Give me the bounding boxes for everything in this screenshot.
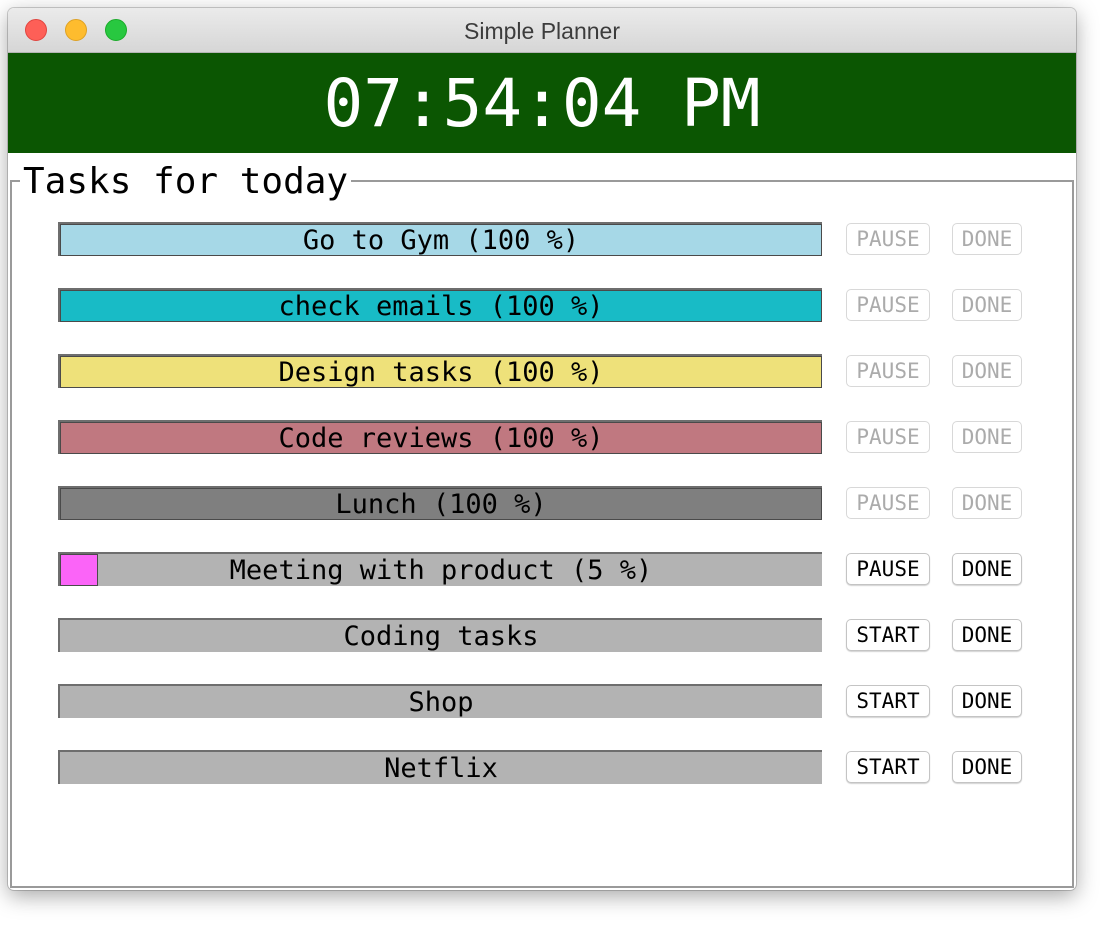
task-progress-bar: Lunch (100 %) xyxy=(58,486,822,520)
task-label: Go to Gym (100 %) xyxy=(302,225,580,256)
task-label: Lunch (100 %) xyxy=(335,489,547,520)
task-progress-bar: Meeting with product (5 %) xyxy=(58,552,822,586)
done-button[interactable]: DONE xyxy=(952,751,1022,783)
start-button[interactable]: START xyxy=(846,751,930,783)
clock-banner: 07:54:04 PM xyxy=(8,53,1076,153)
task-progress-bar: Coding tasks xyxy=(58,618,822,652)
task-label: Coding tasks xyxy=(343,621,539,652)
done-button[interactable]: DONE xyxy=(952,223,1022,255)
task-progress-bar: Go to Gym (100 %) xyxy=(58,222,822,256)
start-button[interactable]: START xyxy=(846,619,930,651)
done-button[interactable]: DONE xyxy=(952,289,1022,321)
pause-button[interactable]: PAUSE xyxy=(846,421,930,453)
task-label: Meeting with product (5 %) xyxy=(229,555,653,586)
app-window: Simple Planner 07:54:04 PM Tasks for tod… xyxy=(8,8,1076,890)
task-progress-bar: Design tasks (100 %) xyxy=(58,354,822,388)
task-progress-bar: check emails (100 %) xyxy=(58,288,822,322)
start-button[interactable]: START xyxy=(846,685,930,717)
done-button[interactable]: DONE xyxy=(952,421,1022,453)
done-button[interactable]: DONE xyxy=(952,619,1022,651)
done-button[interactable]: DONE xyxy=(952,355,1022,387)
clock-time: 07:54:04 PM xyxy=(323,65,761,142)
task-progress-bar: Netflix xyxy=(58,750,822,784)
task-progress-bar: Shop xyxy=(58,684,822,718)
task-label: check emails (100 %) xyxy=(278,291,604,322)
task-label: Code reviews (100 %) xyxy=(278,423,604,454)
window-title: Simple Planner xyxy=(464,18,620,44)
done-button[interactable]: DONE xyxy=(952,487,1022,519)
title-bar[interactable]: Simple Planner xyxy=(8,8,1076,53)
done-button[interactable]: DONE xyxy=(952,685,1022,717)
task-progress-bar: Code reviews (100 %) xyxy=(58,420,822,454)
pause-button[interactable]: PAUSE xyxy=(846,553,930,585)
task-label: Netflix xyxy=(384,753,498,784)
task-label: Shop xyxy=(408,687,474,718)
pause-button[interactable]: PAUSE xyxy=(846,487,930,519)
done-button[interactable]: DONE xyxy=(952,553,1022,585)
pause-button[interactable]: PAUSE xyxy=(846,289,930,321)
task-label: Design tasks (100 %) xyxy=(278,357,604,388)
tasks-frame-label: Tasks for today xyxy=(20,162,352,202)
pause-button[interactable]: PAUSE xyxy=(846,223,930,255)
pause-button[interactable]: PAUSE xyxy=(846,355,930,387)
